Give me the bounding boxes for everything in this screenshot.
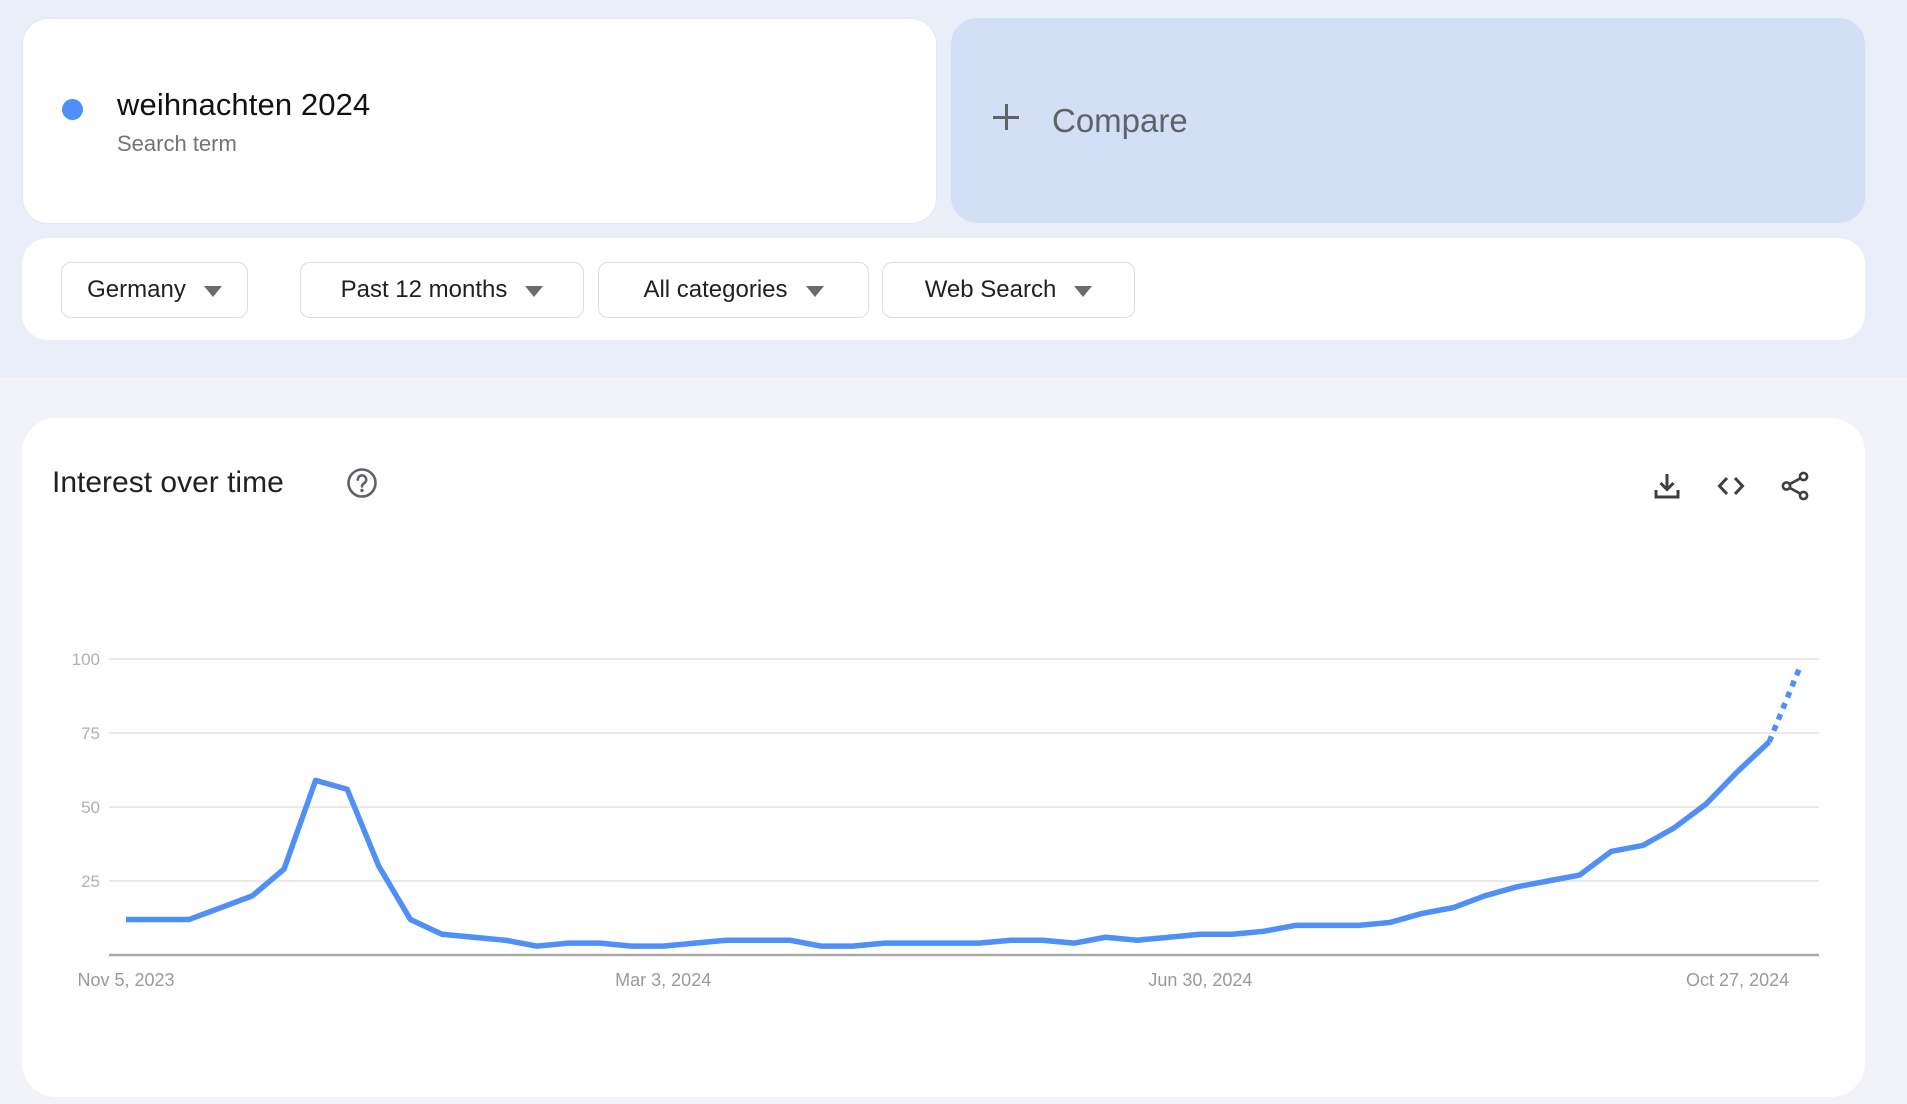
- filter-bar: Germany Past 12 months All categories We…: [22, 238, 1865, 340]
- filter-category-label: All categories: [643, 276, 788, 303]
- search-term-type: Search term: [117, 131, 237, 156]
- help-circle-icon[interactable]: [346, 467, 378, 499]
- filter-time-range-dropdown[interactable]: Past 12 months: [300, 262, 584, 318]
- compare-label: Compare: [1052, 102, 1188, 139]
- share-icon[interactable]: [1779, 470, 1811, 502]
- plus-icon: [993, 104, 1019, 130]
- caret-down-icon: [525, 285, 544, 297]
- compare-button[interactable]: Compare: [951, 18, 1865, 223]
- search-term-card[interactable]: weihnachten 2024 Search term: [22, 18, 937, 224]
- series-color-dot: [62, 99, 83, 120]
- code-icon[interactable]: [1715, 470, 1747, 502]
- filter-time-range-label: Past 12 months: [340, 276, 508, 303]
- chart-title: Interest over time: [52, 466, 284, 499]
- filter-search-type-label: Web Search: [924, 276, 1057, 303]
- filter-category-dropdown[interactable]: All categories: [598, 262, 869, 318]
- caret-down-icon: [1074, 285, 1093, 297]
- filter-region-label: Germany: [87, 276, 186, 303]
- caret-down-icon: [805, 285, 824, 297]
- caret-down-icon: [203, 285, 222, 297]
- download-icon[interactable]: [1651, 470, 1683, 502]
- interest-over-time-card: [22, 418, 1865, 1097]
- search-term-name[interactable]: weihnachten 2024: [117, 87, 370, 123]
- filter-search-type-dropdown[interactable]: Web Search: [882, 262, 1135, 318]
- filter-region-dropdown[interactable]: Germany: [61, 262, 248, 318]
